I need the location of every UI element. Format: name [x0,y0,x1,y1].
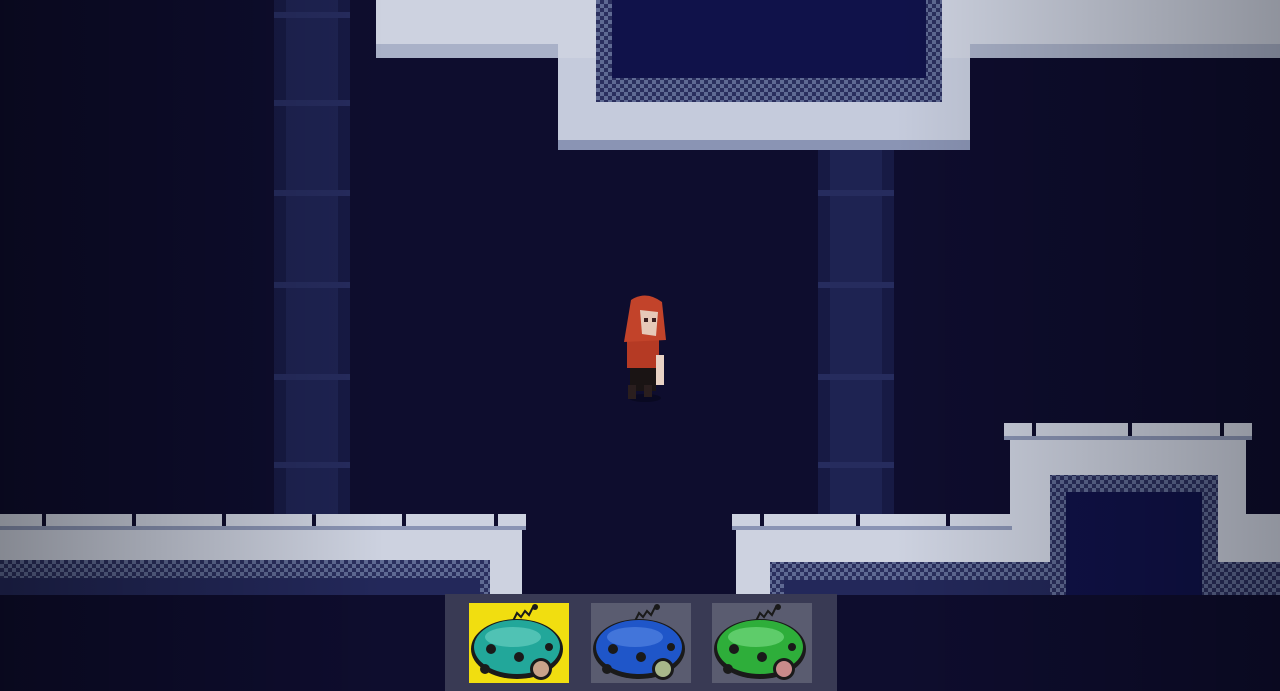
hotbar-slot-2[interactable] [591,603,691,683]
item-hotbar [445,594,837,691]
robot-vacuum-green-icon [714,604,806,680]
robot-vacuum-teal-icon [471,604,563,680]
hotbar-slot-3[interactable] [712,603,812,683]
robot-vacuum-blue-icon [593,604,685,680]
vignette [0,0,1280,691]
game-scene [0,0,1280,691]
hotbar-slot-1[interactable] [469,603,569,683]
